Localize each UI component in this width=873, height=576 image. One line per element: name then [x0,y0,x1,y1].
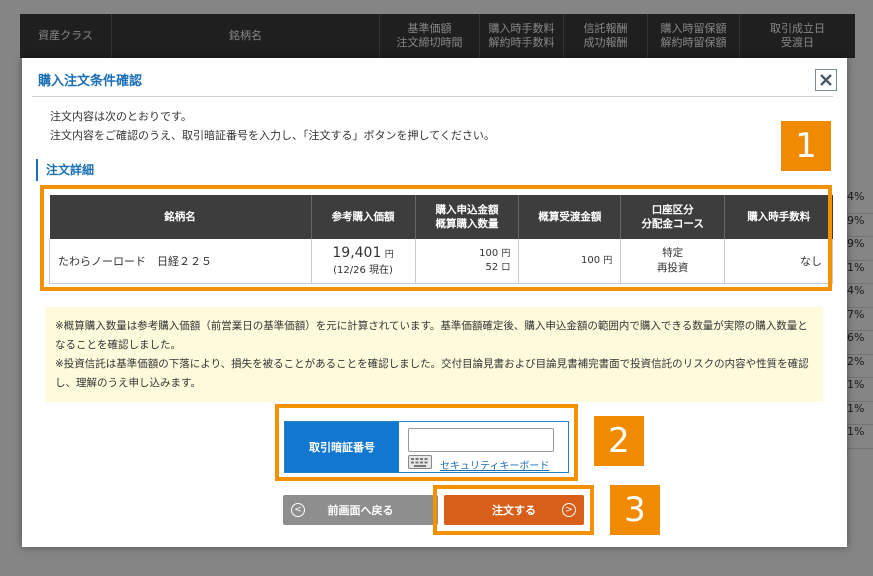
highlight-pin-entry [275,404,578,481]
intro-text: 注文内容は次のとおりです。 注文内容をご確認のうえ、取引暗証番号を入力し、「注文… [50,107,495,145]
chevron-left-icon: < [291,503,305,517]
section-title-order-details: 注文詳細 [36,159,94,181]
intro-line: 注文内容をご確認のうえ、取引暗証番号を入力し、「注文する」ボタンを押してください… [50,129,495,142]
disclaimer-notes: ※概算購入数量は参考購入価額（前営業日の基準価額）を元に計算されています。基準価… [45,307,823,402]
back-button-label: 前画面へ戻る [327,504,394,517]
step-badge-3: 3 [610,485,660,535]
back-button[interactable]: < 前画面へ戻る [283,495,438,525]
note-text: ※概算購入数量は参考購入価額（前営業日の基準価額）を元に計算されています。基準価… [55,320,808,351]
close-icon [820,74,832,86]
step-badge-2: 2 [594,416,644,466]
note-text: ※投資信託は基準価額の下落により、損失を被ることがあることを確認しました。交付目… [55,358,809,389]
step-badge-1: 1 [781,121,831,171]
highlight-order-button [433,485,594,535]
dialog-title: 購入注文条件確認 [38,74,143,89]
close-button[interactable] [815,69,837,91]
highlight-order-details [40,185,832,291]
title-divider [32,96,833,97]
intro-line: 注文内容は次のとおりです。 [50,110,192,123]
